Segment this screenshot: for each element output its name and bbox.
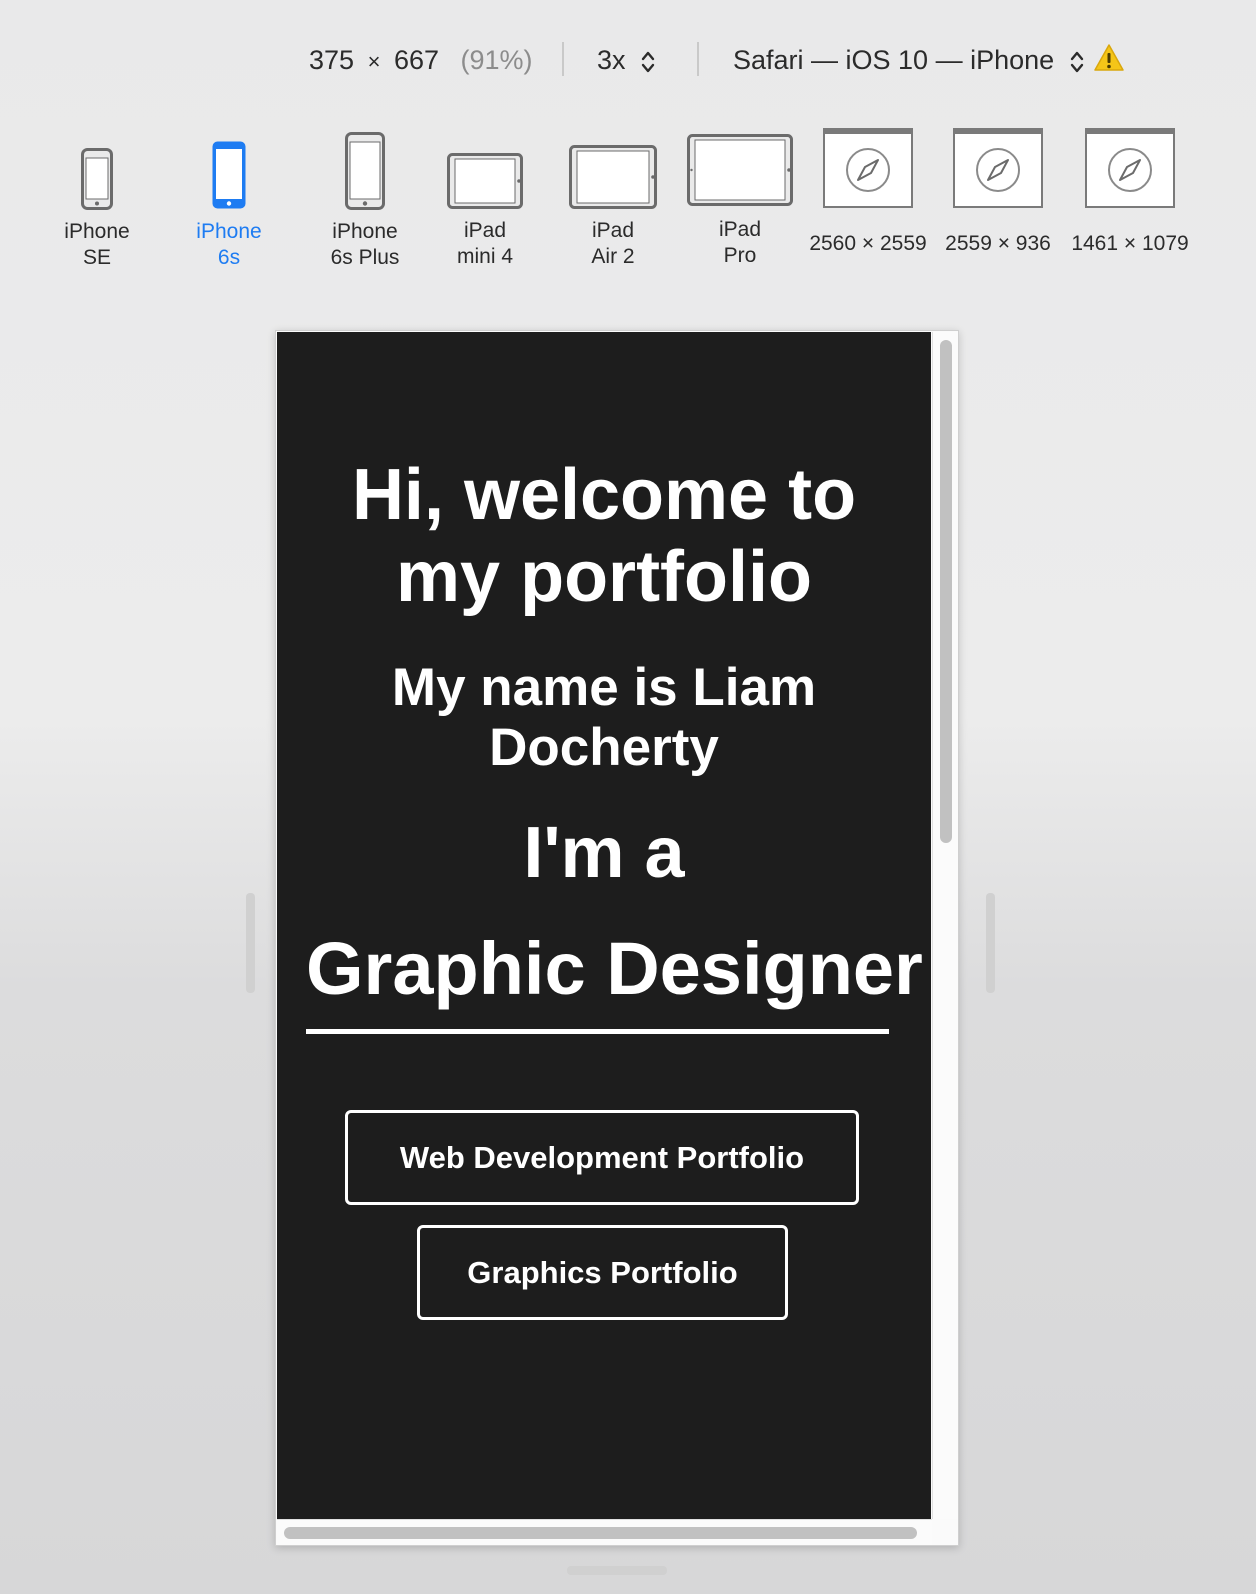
name-heading-line: My name is Liam <box>391 658 817 717</box>
safari-compass-icon <box>953 128 1043 208</box>
toolbar-divider <box>697 42 699 76</box>
ipad-icon <box>447 153 523 209</box>
chevron-updown-icon <box>641 51 655 73</box>
device-label: iPad mini 4 <box>456 219 514 268</box>
resize-handle-bottom[interactable] <box>567 1566 667 1575</box>
toolbar-divider <box>562 42 564 76</box>
ipad-icon <box>687 134 793 206</box>
device-iphone-6s-plus[interactable]: iPhone 6s Plus <box>309 132 421 271</box>
user-agent-selector[interactable]: Safari — iOS 10 — iPhone <box>733 45 1084 76</box>
user-agent-value: Safari — iOS 10 — iPhone <box>733 45 1055 75</box>
device-label: iPad Air 2 <box>591 219 635 268</box>
device-label: 2560 × 2559 <box>809 232 927 255</box>
iphone-icon <box>81 148 113 210</box>
intro-text: I'm a <box>523 813 685 893</box>
welcome-heading-line: Hi, welcome to <box>351 455 857 535</box>
responsive-toolbar: 375 × 667 (91%) 3x Safari — iOS 10 — iPh… <box>0 38 1256 84</box>
safari-compass-icon <box>823 128 913 208</box>
device-label: iPhone 6s <box>196 220 262 269</box>
vertical-scroll-thumb[interactable] <box>940 340 952 843</box>
device-custom-1461x1079[interactable]: 1461 × 1079 <box>1068 128 1192 257</box>
resize-handle-right[interactable] <box>986 893 995 993</box>
portfolio-page: Hi, welcome to my portfolio My name is L… <box>277 332 931 1519</box>
welcome-heading: Hi, welcome to my portfolio <box>277 454 931 618</box>
web-development-portfolio-button[interactable]: Web Development Portfolio <box>345 1110 859 1205</box>
scale-selector[interactable]: 3x <box>597 45 655 76</box>
device-label: iPhone SE <box>64 220 130 269</box>
device-ipad-mini-4[interactable]: iPad mini 4 <box>440 153 530 270</box>
times-sign: × <box>367 49 381 74</box>
safari-compass-icon <box>1085 128 1175 208</box>
iphone-icon <box>345 132 385 210</box>
role-underline <box>306 1029 889 1034</box>
chevron-updown-icon <box>1070 51 1083 73</box>
name-heading-line: Docherty <box>489 718 719 777</box>
device-label: iPad Pro <box>718 218 762 267</box>
graphics-portfolio-button[interactable]: Graphics Portfolio <box>417 1225 788 1320</box>
warning-icon[interactable] <box>1093 43 1125 73</box>
vertical-scrollbar[interactable] <box>932 332 958 1519</box>
device-ipad-air-2[interactable]: iPad Air 2 <box>568 145 658 270</box>
device-iphone-se[interactable]: iPhone SE <box>52 148 142 271</box>
viewport-height[interactable]: 667 <box>394 45 439 75</box>
ipad-icon <box>569 145 657 209</box>
name-heading: My name is Liam Docherty <box>277 658 931 778</box>
welcome-heading-line: my portfolio <box>396 537 812 617</box>
iphone-icon <box>212 141 246 209</box>
device-ipad-pro[interactable]: iPad Pro <box>687 134 793 269</box>
viewport-width[interactable]: 375 <box>309 45 354 75</box>
device-custom-2559x936[interactable]: 2559 × 936 <box>938 128 1058 257</box>
device-custom-2560x2559[interactable]: 2560 × 2559 <box>808 128 928 257</box>
role-text: Graphic Designer <box>306 927 923 1010</box>
device-iphone-6s[interactable]: iPhone 6s <box>184 140 274 271</box>
device-label: iPhone 6s Plus <box>330 220 400 269</box>
device-label: 2559 × 936 <box>945 232 1051 255</box>
device-label: 1461 × 1079 <box>1071 232 1189 255</box>
horizontal-scroll-thumb[interactable] <box>284 1527 917 1539</box>
scale-value: 3x <box>597 45 626 75</box>
device-viewport: Hi, welcome to my portfolio My name is L… <box>275 330 959 1546</box>
resize-handle-left[interactable] <box>246 893 255 993</box>
device-presets: iPhone SE iPhone 6s iPhone 6s Plus iPad … <box>0 126 1256 276</box>
viewport-dimensions[interactable]: 375 × 667 (91%) <box>309 45 533 76</box>
horizontal-scrollbar[interactable] <box>277 1519 932 1545</box>
zoom-percent: (91%) <box>460 45 533 75</box>
